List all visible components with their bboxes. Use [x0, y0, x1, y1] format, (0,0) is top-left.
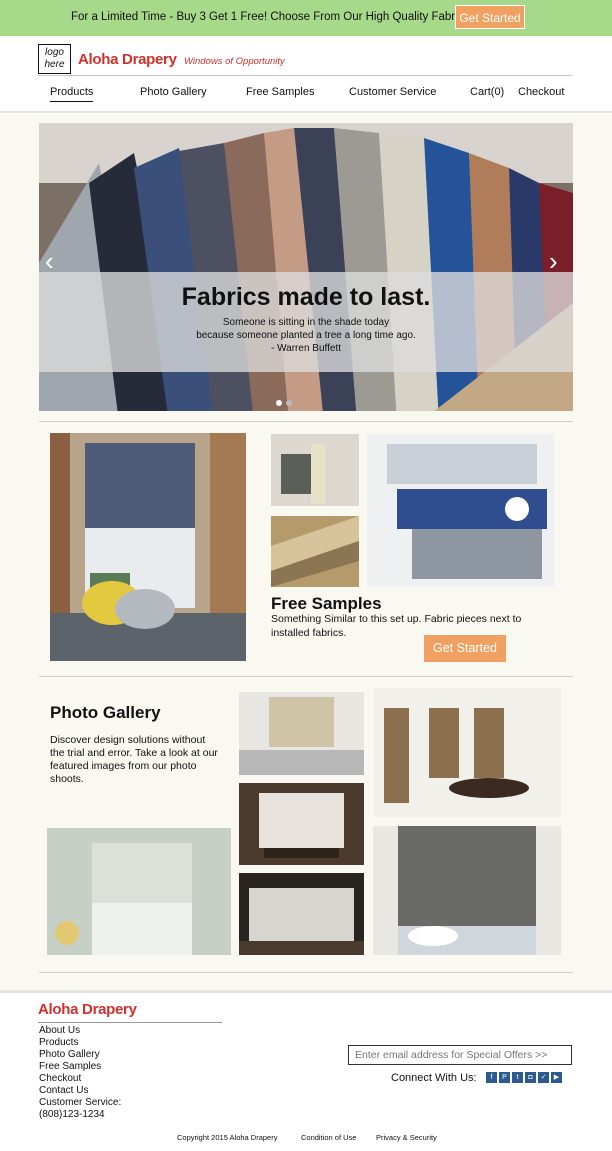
copyright-text: Copyright 2015 Aloha Drapery	[177, 1133, 278, 1142]
logo-placeholder[interactable]: logo here	[38, 44, 71, 74]
logo-text-line2: here	[44, 59, 65, 70]
footer-customer-service-label: Customer Service:	[39, 1097, 122, 1108]
nav-item-checkout[interactable]: Checkout	[518, 86, 564, 98]
twitter-icon[interactable]: ✓	[538, 1072, 549, 1083]
hero-title: Fabrics made to last.	[181, 283, 431, 311]
free-samples-description: Something Similar to this set up. Fabric…	[271, 613, 522, 639]
nav-item-products[interactable]: Products	[50, 86, 94, 102]
section-divider	[39, 421, 573, 422]
footer-link-about-us[interactable]: About Us	[39, 1025, 121, 1037]
connect-label: Connect With Us:	[391, 1072, 477, 1084]
gallery-photo-dining[interactable]	[239, 783, 364, 865]
gallery-photo-shades[interactable]	[373, 826, 561, 955]
free-samples-heading: Free Samples	[271, 594, 382, 613]
carousel-dot-2[interactable]	[286, 400, 292, 406]
section-divider	[39, 676, 573, 677]
photo-gallery-description: Discover design solutions without the tr…	[50, 734, 218, 785]
hero-carousel[interactable]: Fabrics made to last. Someone is sitting…	[39, 123, 573, 411]
nav-item-cart[interactable]: Cart(0)	[470, 86, 504, 98]
footer-phone-number[interactable]: (808)123-1234	[39, 1109, 121, 1121]
hero-quote: Someone is sitting in the shade today be…	[39, 316, 573, 355]
hero-quote-line2: because someone planted a tree a long ti…	[196, 330, 416, 341]
pinterest-icon[interactable]: P	[499, 1072, 510, 1083]
fabric-swatches-photo[interactable]	[367, 434, 554, 587]
footer-link-free-samples[interactable]: Free Samples	[39, 1061, 121, 1073]
hero-quote-author: - Warren Buffett	[270, 343, 342, 354]
social-icons: f Pt ◘ ✓ ▶	[486, 1072, 564, 1090]
photo-gallery-heading: Photo Gallery	[50, 703, 161, 722]
trim-sample-photo[interactable]	[271, 434, 359, 506]
chevron-right-icon[interactable]: ›	[549, 246, 558, 277]
hero-quote-line1: Someone is sitting in the shade today	[222, 317, 390, 328]
brand-name[interactable]: Aloha Drapery	[78, 51, 177, 68]
footer-links: About Us Products Photo Gallery Free Sam…	[39, 1025, 121, 1121]
promo-banner: For a Limited Time - Buy 3 Get 1 Free! C…	[0, 0, 612, 36]
footer-link-photo-gallery[interactable]: Photo Gallery	[39, 1049, 121, 1061]
conditions-link[interactable]: Condition of Use	[301, 1133, 356, 1142]
promo-get-started-button[interactable]: Get Started	[455, 5, 525, 29]
section-divider	[39, 972, 573, 973]
nav-item-free-samples[interactable]: Free Samples	[246, 86, 314, 98]
gallery-photo-kitchen[interactable]	[239, 692, 364, 775]
chevron-left-icon[interactable]: ‹	[45, 246, 54, 277]
carousel-dots	[276, 393, 296, 411]
free-samples-get-started-button[interactable]: Get Started	[424, 635, 506, 662]
email-signup-input[interactable]	[348, 1045, 572, 1065]
logo-text-line1: logo	[45, 47, 64, 58]
gallery-photo-drapes[interactable]	[239, 873, 364, 955]
footer-divider	[0, 990, 612, 993]
gallery-photo-living-room[interactable]	[47, 828, 231, 955]
bamboo-sample-photo[interactable]	[271, 516, 359, 587]
gallery-photo-bay-window[interactable]	[374, 688, 561, 817]
tumblr-icon[interactable]: t	[512, 1072, 523, 1083]
privacy-link[interactable]: Privacy & Security	[376, 1133, 437, 1142]
footer-brand-rule	[38, 1022, 222, 1023]
roman-shade-window-photo[interactable]	[50, 433, 246, 661]
nav-item-customer-service[interactable]: Customer Service	[349, 86, 436, 98]
carousel-dot-1[interactable]	[276, 400, 282, 406]
tagline: Windows of Opportunity	[184, 56, 285, 67]
facebook-icon[interactable]: f	[486, 1072, 497, 1083]
footer-link-products[interactable]: Products	[39, 1037, 121, 1049]
instagram-icon[interactable]: ◘	[525, 1072, 536, 1083]
header-divider	[38, 75, 572, 76]
youtube-icon[interactable]: ▶	[551, 1072, 562, 1083]
footer-link-checkout[interactable]: Checkout	[39, 1073, 121, 1085]
promo-text: For a Limited Time - Buy 3 Get 1 Free! C…	[71, 11, 470, 23]
nav-item-photo-gallery[interactable]: Photo Gallery	[140, 86, 207, 98]
footer-link-contact-us[interactable]: Contact Us	[39, 1085, 121, 1097]
footer-brand[interactable]: Aloha Drapery	[38, 1001, 137, 1018]
